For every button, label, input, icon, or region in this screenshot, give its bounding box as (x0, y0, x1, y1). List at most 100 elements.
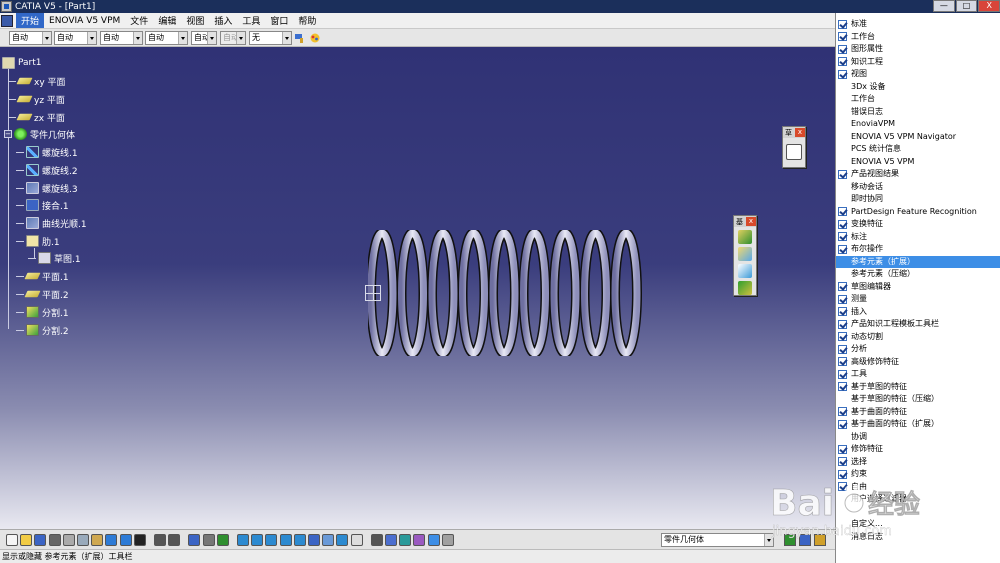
open-icon[interactable] (20, 534, 33, 546)
context-menu-item[interactable]: 图形属性 (836, 43, 1000, 56)
shading-icon[interactable] (322, 534, 335, 546)
maximize-button[interactable]: □ (955, 0, 978, 12)
close-icon[interactable]: x (795, 128, 805, 137)
line-icon[interactable] (738, 247, 752, 261)
paste-icon[interactable] (91, 534, 104, 546)
context-menu-item[interactable]: 选择 (836, 456, 1000, 469)
collapse-icon[interactable]: − (4, 130, 12, 138)
context-menu-item[interactable]: 3Dx 设备 (836, 81, 1000, 94)
tree-node-part1[interactable]: Part1 (2, 55, 42, 71)
context-menu-item[interactable]: PartDesign Feature Recognition (836, 206, 1000, 219)
redo-icon[interactable] (119, 534, 132, 546)
point-icon[interactable] (738, 230, 752, 244)
context-menu-item[interactable]: 工作台 (836, 93, 1000, 106)
document-icon[interactable] (1, 14, 13, 27)
measure-icon[interactable] (202, 534, 215, 546)
close-icon[interactable]: x (746, 217, 756, 226)
line-type-combo[interactable]: 自动 (145, 31, 188, 45)
context-menu-item[interactable]: ENOVIA V5 VPM Navigator (836, 131, 1000, 144)
context-menu-item[interactable]: 参考元素（压缩） (836, 268, 1000, 281)
graphic-properties-icon[interactable] (309, 32, 321, 44)
iso-view-icon[interactable] (308, 534, 320, 546)
tree-node-sketch-1[interactable]: 草图.1 (28, 250, 81, 266)
menu-file[interactable]: 文件 (125, 13, 153, 28)
menu-edit[interactable]: 编辑 (153, 13, 181, 28)
print-icon[interactable] (48, 534, 61, 546)
context-menu-item[interactable]: 基于曲面的特征 (836, 406, 1000, 419)
parameter-icon[interactable] (385, 534, 397, 546)
body-combo[interactable]: 零件几何体 (661, 533, 774, 547)
context-menu-item[interactable]: 产品视图结果 (836, 168, 1000, 181)
new-icon[interactable] (6, 534, 18, 546)
menu-view[interactable]: 视图 (181, 13, 209, 28)
plane-icon[interactable] (738, 264, 752, 278)
tree-node-xy-plane[interactable]: xy 平面 (8, 73, 66, 89)
context-menu-item[interactable]: 基于草图的特征（压缩） (836, 393, 1000, 406)
context-menu-item[interactable]: 草图编辑器 (836, 281, 1000, 294)
floating-toolbar-titlebar[interactable]: 草x (783, 127, 805, 138)
context-menu-item[interactable]: 错误日志 (836, 106, 1000, 119)
context-menu-item[interactable]: 标准 (836, 18, 1000, 31)
tree-node-curve-smooth-1[interactable]: 曲线光顺.1 (16, 215, 87, 231)
tree-node-helix-1[interactable]: 螺旋线.1 (16, 144, 78, 160)
context-menu-item[interactable]: 插入 (836, 306, 1000, 319)
context-menu-item[interactable]: ENOVIA V5 VPM (836, 156, 1000, 169)
transparency-combo[interactable]: 自动 (54, 31, 97, 45)
save-icon[interactable] (34, 534, 47, 546)
context-menu-item[interactable]: 产品知识工程模板工具栏 (836, 318, 1000, 331)
tree-node-yz-plane[interactable]: yz 平面 (8, 91, 65, 107)
tree-node-helix-3[interactable]: 螺旋线.3 (16, 180, 78, 196)
format-painter-icon[interactable] (294, 32, 306, 44)
context-menu-item[interactable]: 即时协同 (836, 193, 1000, 206)
minimize-button[interactable]: — (933, 0, 955, 12)
context-menu-item[interactable]: 参考元素（扩展） (836, 255, 1000, 268)
axis-icon[interactable] (738, 281, 752, 295)
menu-tools[interactable]: 工具 (237, 13, 265, 28)
menu-start[interactable]: 开始 (16, 13, 45, 28)
catalog-icon[interactable] (413, 534, 426, 546)
menu-insert[interactable]: 插入 (209, 13, 237, 28)
context-menu-item[interactable]: 布尔操作 (836, 243, 1000, 256)
context-menu-item[interactable]: 基于草图的特征 (836, 381, 1000, 394)
tree-node-helix-2[interactable]: 螺旋线.2 (16, 162, 78, 178)
table-icon[interactable] (188, 534, 201, 546)
knowledge-icon[interactable] (168, 534, 181, 546)
tree-node-split-1[interactable]: 分割.1 (16, 304, 69, 320)
line-thickness-combo[interactable]: 自动 (100, 31, 143, 45)
whats-this-icon[interactable] (133, 534, 146, 546)
context-menu-item[interactable]: 基于曲面的特征（扩展） (836, 418, 1000, 431)
publish-icon[interactable] (399, 534, 412, 546)
menu-enovia[interactable]: ENOVIA V5 VPM (44, 15, 125, 27)
zoom-out-icon[interactable] (279, 534, 292, 546)
tree-node-plane-1[interactable]: 平面.1 (16, 268, 69, 284)
color-combo[interactable]: 自动 (9, 31, 52, 45)
context-menu-item[interactable]: EnoviaVPM (836, 118, 1000, 131)
context-menu-item[interactable]: 工具 (836, 368, 1000, 381)
rotate-icon[interactable] (251, 534, 264, 546)
context-menu-item[interactable]: 修饰特征 (836, 443, 1000, 456)
tree-node-join-1[interactable]: 接合.1 (16, 197, 69, 213)
context-menu-item[interactable]: PCS 统计信息 (836, 143, 1000, 156)
context-menu-item[interactable]: 高级修饰特征 (836, 356, 1000, 369)
menu-window[interactable]: 窗口 (265, 13, 293, 28)
context-menu-item[interactable]: 移动会话 (836, 181, 1000, 194)
context-menu-item[interactable]: 标注 (836, 231, 1000, 244)
formula-icon[interactable] (154, 534, 166, 546)
context-menu-item[interactable]: 动态切割 (836, 331, 1000, 344)
3d-viewport[interactable]: Part1 xy 平面 yz 平面 zx 平面 − 零件几何体 螺旋线.1 螺旋… (0, 47, 835, 529)
analysis-icon[interactable] (370, 534, 383, 546)
tree-node-plane-2[interactable]: 平面.2 (16, 286, 69, 302)
spring-3d-model[interactable] (368, 230, 648, 356)
tree-node-body[interactable]: − 零件几何体 (4, 126, 75, 142)
point-symbol-combo[interactable]: 自动 (191, 31, 217, 45)
axis-icon[interactable] (441, 534, 454, 546)
context-menu-item[interactable]: 测量 (836, 293, 1000, 306)
cut-icon[interactable] (62, 534, 75, 546)
context-menu-item[interactable]: 工作台 (836, 31, 1000, 44)
close-button[interactable]: X (978, 0, 1000, 12)
tree-node-split-2[interactable]: 分割.2 (16, 322, 69, 338)
copy-icon[interactable] (77, 534, 89, 546)
normal-view-icon[interactable] (293, 534, 306, 546)
zoom-in-icon[interactable] (265, 534, 278, 546)
reference-icon[interactable] (427, 534, 440, 546)
